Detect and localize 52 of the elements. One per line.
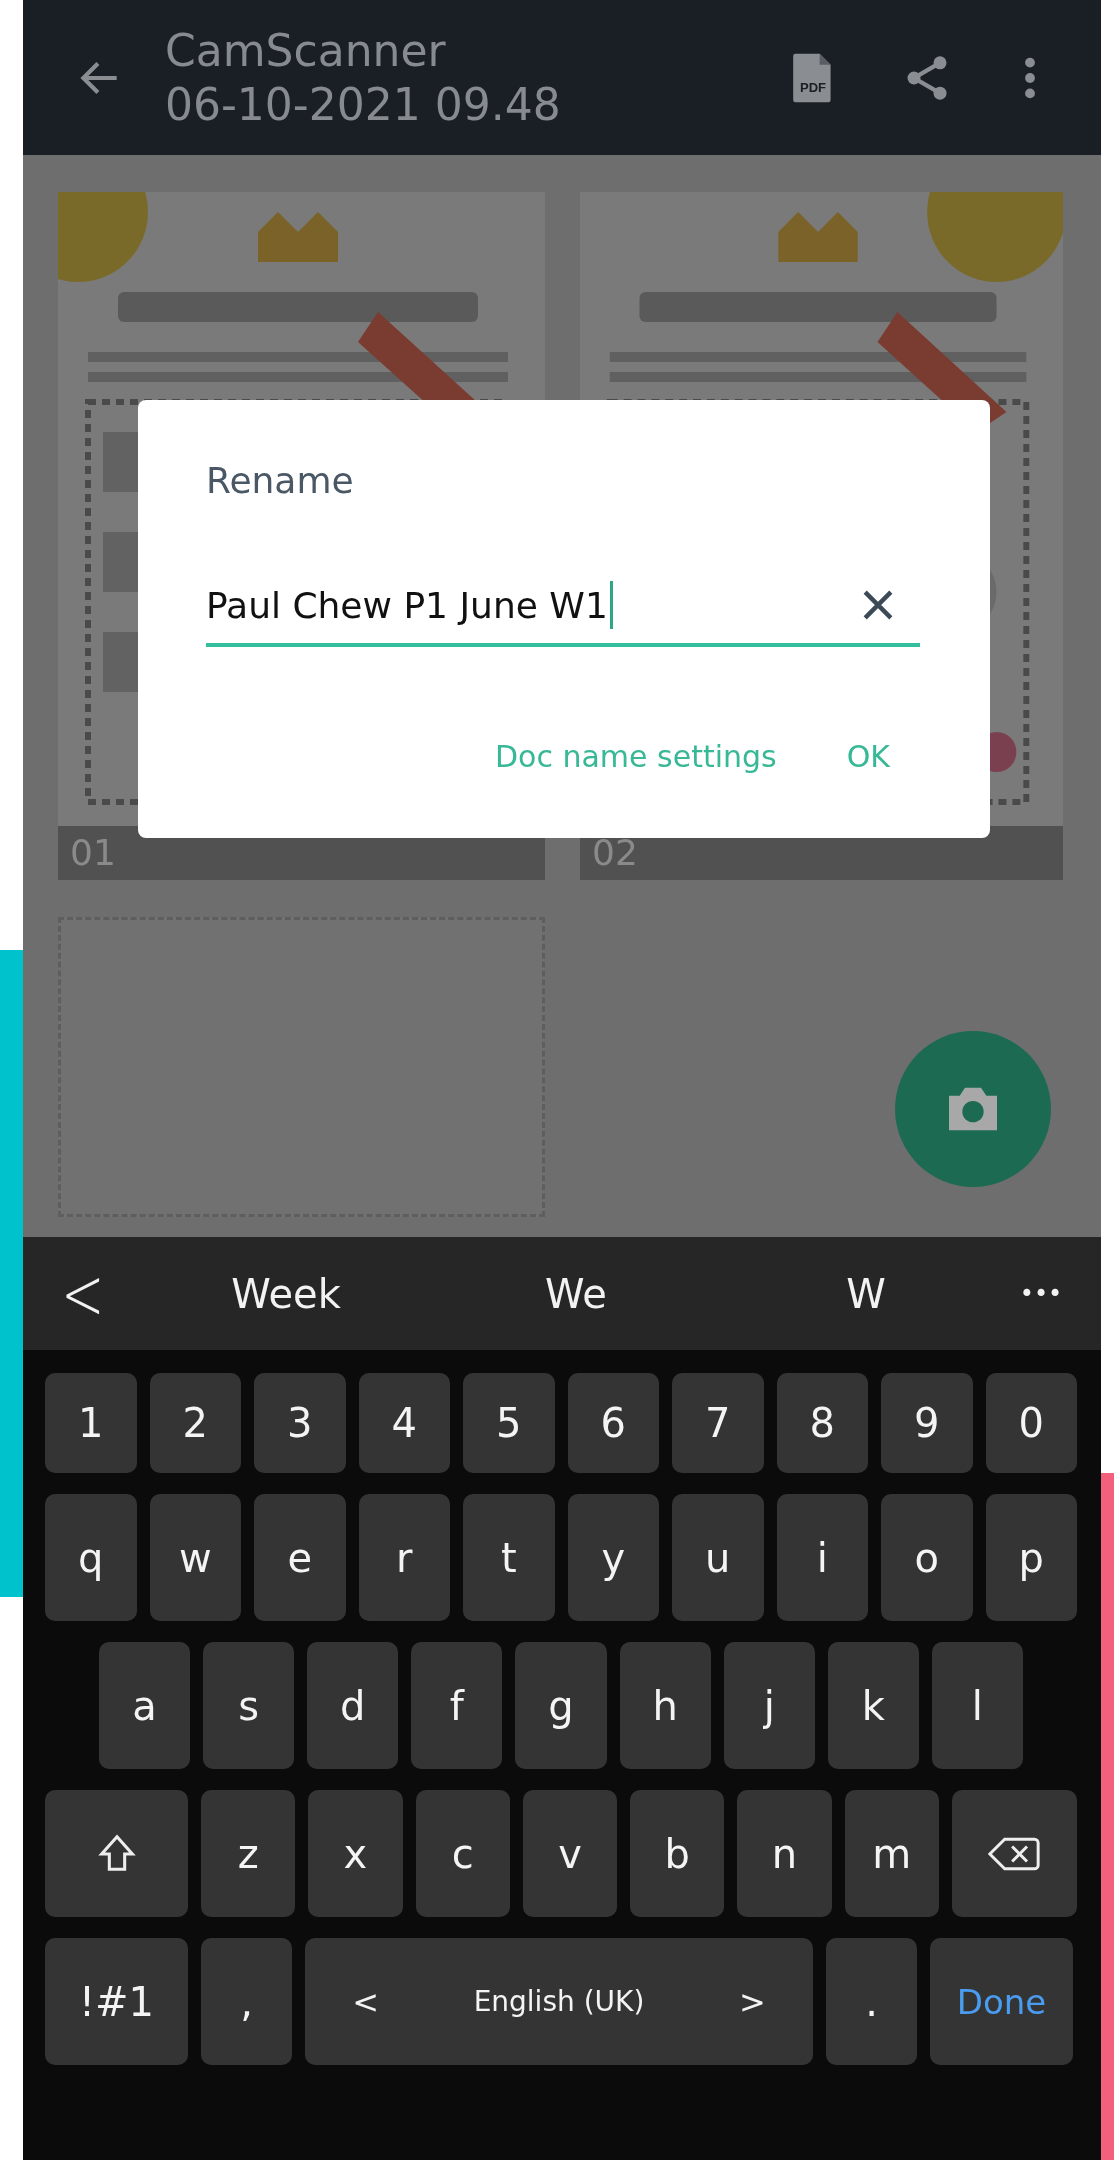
- keyboard-key[interactable]: a: [99, 1642, 191, 1769]
- keyboard-key[interactable]: p: [985, 1494, 1077, 1621]
- keyboard-key[interactable]: l: [931, 1642, 1023, 1769]
- word-suggestion[interactable]: W: [721, 1270, 1011, 1317]
- keyboard-key[interactable]: k: [827, 1642, 919, 1769]
- keyboard-key[interactable]: j: [723, 1642, 815, 1769]
- collapse-button[interactable]: <: [61, 1251, 141, 1336]
- name-field[interactable]: Paul Chew P1 June W1: [206, 581, 920, 647]
- keyboard-key[interactable]: y: [567, 1494, 659, 1621]
- keyboard-key[interactable]: 7: [672, 1373, 764, 1473]
- keyboard-key[interactable]: b: [630, 1790, 725, 1917]
- keyboard-key[interactable]: g: [515, 1642, 607, 1769]
- keyboard-key[interactable]: 8: [776, 1373, 868, 1473]
- document-title: CamScanner: [165, 23, 447, 78]
- keyboard-key[interactable]: r: [358, 1494, 450, 1621]
- dialog-title: Rename: [206, 460, 355, 501]
- keyboard-key[interactable]: x: [308, 1790, 403, 1917]
- keyboard-key[interactable]: 9: [881, 1373, 973, 1473]
- keyboard-key[interactable]: ,: [201, 1938, 292, 2065]
- keyboard-key[interactable]: d: [307, 1642, 399, 1769]
- keyboard-key[interactable]: v: [522, 1790, 618, 1917]
- keyboard-key[interactable]: c: [415, 1790, 510, 1917]
- text-cursor: [609, 581, 613, 629]
- document-date: 06-10-2021 09.48: [165, 77, 562, 132]
- keyboard-key[interactable]: e: [254, 1494, 346, 1621]
- keyboard-key[interactable]: 1: [45, 1373, 137, 1473]
- keyboard-key[interactable]: 3: [254, 1373, 346, 1473]
- keyboard-key[interactable]: h: [619, 1642, 711, 1769]
- keyboard-key[interactable]: 2: [149, 1373, 241, 1473]
- keyboard-key[interactable]: o: [881, 1494, 973, 1621]
- space-key[interactable]: < English (UK) >: [305, 1938, 813, 2065]
- symbols-key[interactable]: !#1: [45, 1938, 188, 2065]
- keyboard-key[interactable]: u: [672, 1494, 764, 1621]
- keyboard-key[interactable]: 6: [567, 1373, 659, 1473]
- keyboard-key[interactable]: 5: [463, 1373, 555, 1473]
- done-key[interactable]: Done: [930, 1938, 1073, 2065]
- keyboard-key[interactable]: n: [737, 1790, 832, 1917]
- keyboard-key[interactable]: w: [149, 1494, 241, 1621]
- keyboard-key[interactable]: f: [411, 1642, 503, 1769]
- more-button[interactable]: •••: [1011, 1279, 1071, 1308]
- keyboard-key[interactable]: i: [776, 1494, 868, 1621]
- keyboard-key[interactable]: 0: [985, 1373, 1077, 1473]
- word-suggestion[interactable]: Week: [141, 1270, 431, 1317]
- keyboard-key[interactable]: z: [201, 1790, 296, 1917]
- keyboard-key[interactable]: s: [203, 1642, 295, 1769]
- keyboard-key[interactable]: q: [45, 1494, 137, 1621]
- keyboard-key[interactable]: 4: [358, 1373, 450, 1473]
- keyboard-key[interactable]: t: [463, 1494, 555, 1621]
- keyboard-key[interactable]: m: [844, 1790, 939, 1917]
- word-suggestion[interactable]: We: [431, 1270, 721, 1317]
- backspace-key[interactable]: [951, 1790, 1077, 1917]
- keyboard-key[interactable]: .: [826, 1938, 917, 2065]
